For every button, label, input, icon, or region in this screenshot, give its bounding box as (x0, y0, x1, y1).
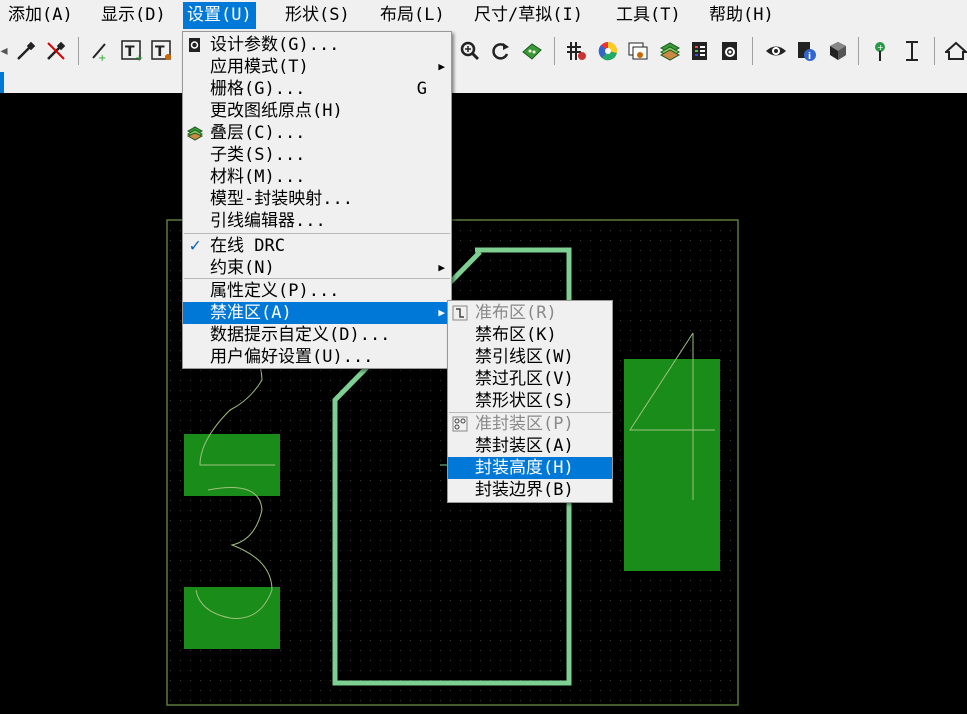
svg-text:+: + (877, 43, 884, 52)
menu-item-property-defs[interactable]: 属性定义(P)... (183, 280, 451, 302)
svg-text:T: T (125, 44, 135, 60)
menu-bar: 添加(A) 显示(D) 设置(U) 形状(S) 布局(L) 尺寸/草拟(I) 工… (0, 0, 967, 31)
menu-item-subclasses[interactable]: 子类(S)... (183, 144, 451, 166)
pad-4[interactable] (624, 359, 720, 571)
unpin-icon[interactable] (44, 39, 68, 63)
menu-item-route-keepout[interactable]: 禁布区(K) (448, 324, 612, 346)
settings-menu: 设计参数(G)... 应用模式(T) ▶ 栅格(G)... G 更改图纸原点(H… (182, 31, 452, 369)
menu-shape[interactable]: 形状(S) (281, 2, 354, 29)
layer-stack-icon[interactable] (658, 39, 682, 63)
grid-icon[interactable] (564, 39, 588, 63)
toolbar: ◂ + T + T i + (0, 31, 967, 73)
svg-text:i: i (808, 52, 811, 62)
menu-item-online-drc[interactable]: ✓ 在线 DRC (183, 235, 451, 257)
menu-item-package-keepout[interactable]: 禁封装区(A) (448, 435, 612, 457)
toolbar-overflow-icon[interactable]: ◂ (0, 39, 9, 63)
checkmark-icon: ✓ (189, 235, 201, 256)
menu-item-via-keepout[interactable]: 禁过孔区(V) (448, 368, 612, 390)
menu-item-grid[interactable]: 栅格(G)... G (183, 78, 451, 100)
menu-item-stackup[interactable]: 叠层(C)... (183, 122, 451, 144)
pin-icon[interactable] (14, 39, 38, 63)
menu-item-areas[interactable]: 禁准区(A) ▶ (183, 302, 451, 324)
menu-item-design-params[interactable]: 设计参数(G)... (183, 34, 451, 56)
menu-item-datatip-custom[interactable]: 数据提示自定义(D)... (183, 324, 451, 346)
eye-icon[interactable] (764, 39, 788, 63)
home-icon[interactable] (944, 39, 967, 63)
package-area-icon (452, 416, 468, 432)
menu-item-route-keepin[interactable]: 准布区(R) (448, 302, 612, 324)
submenu-arrow-icon: ▶ (438, 261, 445, 274)
refresh-icon[interactable] (488, 39, 512, 63)
menu-item-change-origin[interactable]: 更改图纸原点(H) (183, 100, 451, 122)
layer-stack-icon (186, 125, 204, 141)
route-area-icon (452, 305, 468, 321)
edit-text-icon[interactable]: T (150, 39, 174, 63)
info-icon[interactable]: i (794, 39, 818, 63)
svg-text:T: T (155, 44, 165, 60)
add-line-icon[interactable]: + (88, 39, 112, 63)
dimension-icon[interactable] (900, 39, 924, 63)
menu-item-user-prefs[interactable]: 用户偏好设置(U)... (183, 346, 451, 368)
svg-text:+: + (98, 53, 106, 62)
doc-gear-icon (187, 37, 203, 53)
menu-item-materials[interactable]: 材料(M)... (183, 166, 451, 188)
settings-doc-icon[interactable] (718, 39, 742, 63)
document-tab-strip (0, 72, 967, 93)
zoom-icon[interactable] (458, 39, 482, 63)
menu-item-pin-editor[interactable]: 引线编辑器... (183, 210, 451, 232)
add-text-icon[interactable]: T + (120, 39, 144, 63)
active-tab-indicator (0, 72, 4, 93)
areas-submenu: 准布区(R) 禁布区(K) 禁引线区(W) 禁过孔区(V) 禁形状区(S) 准封… (447, 300, 613, 503)
menu-separator (184, 278, 450, 279)
cube-icon[interactable] (826, 39, 850, 63)
pin-marker-icon[interactable]: + (868, 39, 892, 63)
menu-settings[interactable]: 设置(U) (183, 2, 256, 29)
submenu-arrow-icon: ▶ (438, 306, 445, 319)
menu-display[interactable]: 显示(D) (97, 2, 170, 29)
menu-tools[interactable]: 工具(T) (612, 2, 685, 29)
menu-dimension[interactable]: 尺寸/草拟(I) (470, 2, 587, 29)
menu-item-wire-keepout[interactable]: 禁引线区(W) (448, 346, 612, 368)
menu-item-model-mapping[interactable]: 模型-封装映射... (183, 188, 451, 210)
svg-text:+: + (135, 53, 143, 62)
report-icon[interactable] (688, 39, 712, 63)
menu-item-apply-mode[interactable]: 应用模式(T) ▶ (183, 56, 451, 78)
menu-add[interactable]: 添加(A) (4, 2, 77, 29)
menu-help[interactable]: 帮助(H) (705, 2, 778, 29)
menu-item-package-boundary[interactable]: 封装边界(B) (448, 479, 612, 501)
view-layers-icon[interactable] (626, 39, 650, 63)
color-icon[interactable] (596, 39, 620, 63)
menu-item-constraints[interactable]: 约束(N) ▶ (183, 257, 451, 279)
menu-separator (184, 233, 450, 234)
submenu-arrow-icon: ▶ (438, 60, 445, 73)
board-3d-icon[interactable] (520, 39, 544, 63)
menu-layout[interactable]: 布局(L) (376, 2, 449, 29)
menu-item-shape-keepout[interactable]: 禁形状区(S) (448, 390, 612, 412)
menu-item-package-height[interactable]: 封装高度(H) (448, 457, 612, 479)
menu-item-package-keepin[interactable]: 准封装区(P) (448, 413, 612, 435)
